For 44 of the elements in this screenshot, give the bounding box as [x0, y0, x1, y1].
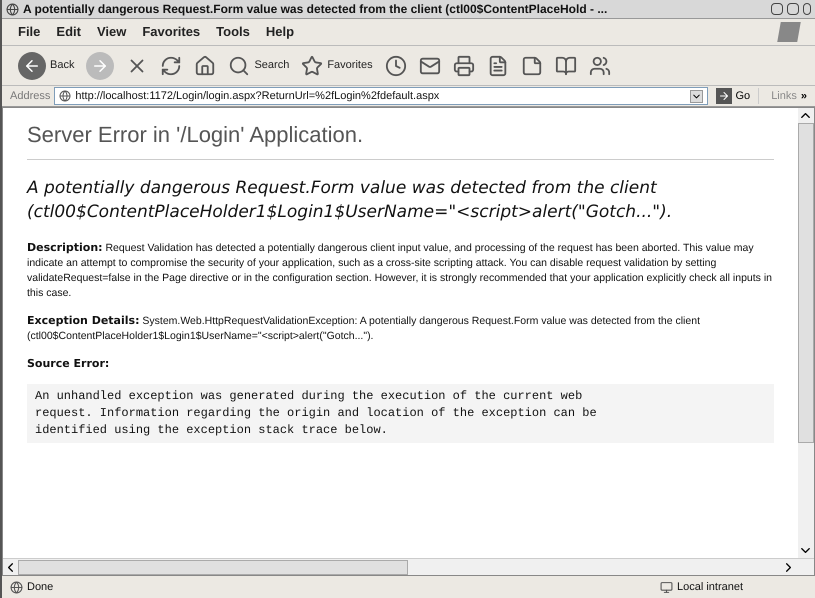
refresh-icon	[160, 54, 182, 76]
clock-icon	[384, 54, 407, 76]
zone-text: Local intranet	[677, 580, 744, 595]
window-title: A potentially dangerous Request.Form value was detected from the client (ctl00$ContentPlaceHold - ...	[23, 1, 608, 18]
note-icon	[520, 54, 543, 76]
menu-item[interactable]: View	[96, 22, 126, 42]
scroll-thumb[interactable]	[798, 123, 814, 443]
minimize-button[interactable]	[771, 3, 783, 15]
error-section: Description: Request Validation has detected a potentially dangerous client input value, and processing of the request has been aborted. This value may indicate an attempt to compromise the security of your application, such as a cross-site scripting attack. You can disable request validation by setting validateRequest=false in the Page directive or in the configuration section. However, it is strongly recommended that your application explicitly check all inputs in this case.	[27, 240, 774, 301]
close-button[interactable]	[803, 3, 811, 15]
network-icon	[660, 580, 673, 594]
address-field[interactable]: http://localhost:1172/Login/login.aspx?ReturnUrl=%2fLogin%2fdefault.aspx	[54, 87, 708, 105]
menu-item[interactable]: File	[18, 22, 40, 42]
page-icon	[10, 580, 23, 594]
error-message: A potentially dangerous Request.Form value was detected from the client (ctl00$ContentPlaceHolder1$Login1$UserName="<script>alert("Gotch...").	[27, 177, 674, 224]
toolbar-button[interactable]: Back	[14, 50, 78, 82]
toolbar-button[interactable]: Favorites	[297, 50, 377, 82]
search-icon	[228, 54, 250, 76]
maximize-button[interactable]	[787, 3, 799, 15]
page-heading: Server Error in '/Login' Application.	[27, 118, 774, 160]
go-button[interactable]: Go	[712, 88, 754, 104]
error-section: Exception Details: System.Web.HttpRequestValidationException: A potentially dangerous Request.Form value was detected from the client (ctl00$ContentPlaceHolder1$Login1$UserName="<script>alert("Gotch...").	[27, 313, 774, 344]
printer-icon	[452, 54, 475, 76]
status-text: Done	[27, 580, 54, 595]
house-icon	[194, 54, 216, 76]
scroll-thumb[interactable]	[18, 560, 408, 574]
menu-item[interactable]: Help	[266, 22, 294, 42]
vertical-scrollbar[interactable]	[798, 108, 814, 558]
menu-item[interactable]: Favorites	[142, 22, 200, 42]
page-icon	[59, 90, 72, 102]
windows-logo-icon	[777, 22, 801, 42]
book-icon	[554, 54, 577, 76]
dropdown-icon[interactable]	[690, 90, 702, 102]
more-links[interactable]: »	[800, 88, 807, 104]
star-icon	[301, 54, 324, 76]
menu-item[interactable]: Edit	[56, 22, 81, 42]
error-section: Source Error:	[27, 356, 774, 372]
toolbar-button[interactable]: Search	[224, 50, 294, 82]
people-icon	[588, 54, 611, 76]
globe-icon	[6, 2, 19, 16]
menu-item[interactable]: Tools	[216, 22, 250, 42]
source-code-block: An unhandled exception was generated during the execution of the current web request. Information regarding the origin and location of the exception can be identified using the exception stack trace below.	[27, 384, 774, 443]
address-label: Address	[10, 88, 50, 104]
horizontal-scrollbar[interactable]	[3, 558, 814, 575]
